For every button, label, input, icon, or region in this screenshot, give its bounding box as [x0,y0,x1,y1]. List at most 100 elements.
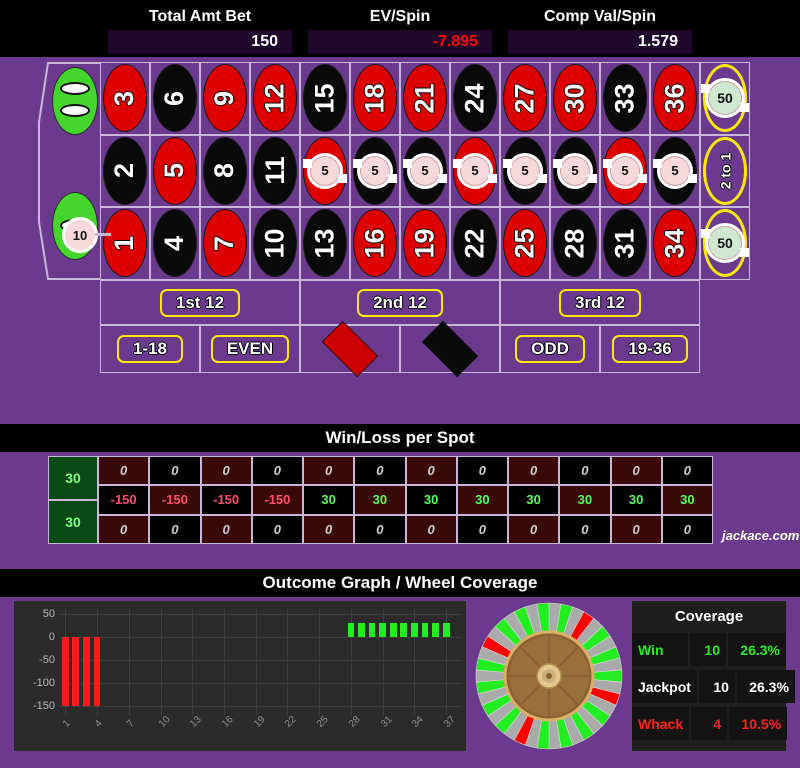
chip-on-column-3[interactable]: 50 [701,223,749,264]
column-bets: 2 to 150 2 to 1 2 to 150 [700,62,750,280]
number-oval: 25 [503,209,547,278]
number-oval: 10 [253,209,297,278]
dozen-bet-2[interactable]: 2nd 12 [300,280,500,325]
outside-bet-black[interactable] [400,320,500,378]
bet-spot-36[interactable]: 36 [650,62,700,135]
bet-spot-31[interactable]: 31 [600,207,650,280]
outside-bet-odd[interactable]: ODD [500,325,600,373]
grid-line-horizontal [60,705,462,707]
bet-spot-11[interactable]: 11 [250,134,300,208]
bet-spot-28[interactable]: 28 [550,207,600,280]
bet-spot-8[interactable]: 8 [200,134,250,208]
bet-spot-14[interactable]: 145 [300,134,350,208]
bet-spot-6[interactable]: 6 [150,62,200,135]
outside-bet-red[interactable] [300,320,400,378]
bet-spot-22[interactable]: 22 [450,207,500,280]
number-oval: 11 [253,136,297,205]
chip-on-column-1[interactable]: 50 [701,78,749,119]
bet-spot-1[interactable]: 1 [100,207,150,280]
zero-mark-icon [60,82,90,95]
bet-spot-19[interactable]: 19 [400,207,450,280]
chip-on-26[interactable]: 5 [503,152,547,189]
outside-bet-19-36[interactable]: 19-36 [600,325,700,373]
outside-bet-label: 19-36 [612,335,688,363]
chip-on-35[interactable]: 5 [653,152,697,189]
bet-spot-7[interactable]: 7 [200,207,250,280]
outside-bet-label: 1-18 [116,335,184,363]
column-bet-2[interactable]: 2 to 1 [700,134,750,208]
wheel-graphic [475,602,623,750]
black-diamond-icon [421,320,479,378]
chip-on-29[interactable]: 5 [553,152,597,189]
grid-line-horizontal [60,613,462,615]
bet-spot-2[interactable]: 2 [100,134,150,208]
bet-spot-18[interactable]: 18 [350,62,400,135]
bet-spot-25[interactable]: 25 [500,207,550,280]
bet-spot-15[interactable]: 15 [300,62,350,135]
number-label: 12 [259,83,290,114]
bet-spot-5[interactable]: 5 [150,134,200,208]
bet-spot-12[interactable]: 12 [250,62,300,135]
chip-split-0-00[interactable]: 10 [62,217,111,253]
chart-bar [400,622,408,637]
winloss-cell: 0 [456,514,508,544]
bet-spot-35[interactable]: 355 [650,134,700,208]
dozen-bet-3[interactable]: 3rd 12 [500,280,700,325]
winloss-cell: 0 [354,456,406,486]
coverage-rows: Win 10 26.3% Jackpot 10 26.3% Whack 4 10.5% [632,631,795,742]
dozen-bet-1[interactable]: 1st 12 [100,280,300,325]
winloss-zero-cell: 30 [48,500,98,544]
number-label: 33 [609,83,640,114]
bet-spot-24[interactable]: 24 [450,62,500,135]
bet-spot-21[interactable]: 21 [400,62,450,135]
bet-spot-23[interactable]: 235 [450,134,500,208]
bet-spot-00[interactable] [52,67,98,135]
coverage-count: 10 [698,670,735,703]
y-axis-tick-label: -150 [32,699,55,712]
chart-bar [432,622,439,637]
number-oval: 33 [603,64,647,133]
bet-spot-20[interactable]: 205 [400,134,450,208]
chip-value: 50 [717,235,733,252]
chip-value: 5 [371,163,379,179]
bet-spot-16[interactable]: 16 [350,207,400,280]
winloss-cell: 0 [98,456,150,486]
bet-spot-32[interactable]: 325 [600,134,650,208]
outside-bet-even[interactable]: EVEN [200,325,300,373]
bet-spot-34[interactable]: 34 [650,207,700,280]
outside-bet-1-18[interactable]: 1-18 [100,325,200,373]
winloss-cell: 0 [354,514,406,544]
outside-bet-label: ODD [515,335,585,363]
bet-spot-10[interactable]: 10 [250,207,300,280]
bet-spot-9[interactable]: 9 [200,62,250,135]
chip-on-23[interactable]: 5 [453,152,497,189]
column-bet-1[interactable]: 2 to 150 [700,62,750,135]
winloss-cell: 30 [661,485,713,515]
grid-line-horizontal [60,682,462,684]
bet-spot-29[interactable]: 295 [550,134,600,208]
column-bet-label: 2 to 1 [716,152,733,190]
winloss-title: Win/Loss per Spot [0,424,800,452]
x-axis-tick-label: 28 [346,714,363,730]
chip-on-17[interactable]: 5 [353,152,397,189]
chip-value: 5 [421,163,429,179]
bet-spot-26[interactable]: 265 [500,134,550,208]
bet-spot-17[interactable]: 175 [350,134,400,208]
bet-spot-4[interactable]: 4 [150,207,200,280]
bet-spot-30[interactable]: 30 [550,62,600,135]
bet-spot-13[interactable]: 13 [300,207,350,280]
chip-on-20[interactable]: 5 [403,152,447,189]
bet-spot-27[interactable]: 27 [500,62,550,135]
x-axis-tick-label: 10 [156,714,173,730]
bet-spot-3[interactable]: 3 [100,62,150,135]
bet-spot-33[interactable]: 33 [600,62,650,135]
column-bet-3[interactable]: 2 to 150 [700,207,750,280]
coverage-label: Win [632,633,688,666]
number-oval: 28 [553,209,597,278]
grid-line-vertical [128,609,130,715]
number-label: 11 [259,156,290,186]
stat-label-total-amt-bet: Total Amt Bet [148,7,252,25]
chip-on-14[interactable]: 5 [303,152,347,189]
chip-on-32[interactable]: 5 [603,152,647,189]
roulette-analyzer-page: Total Amt Bet 150 EV/Spin -7.895 Comp Va… [0,0,800,768]
